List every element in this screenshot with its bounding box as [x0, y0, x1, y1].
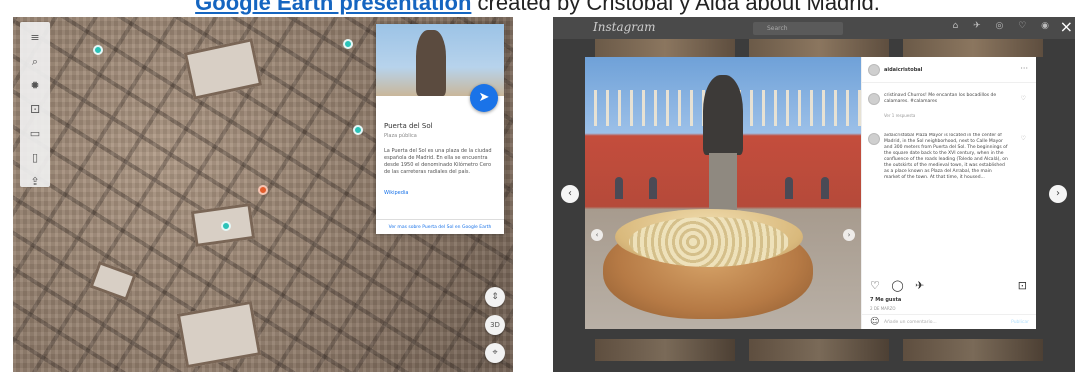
person-figure: [821, 177, 829, 199]
place-subtitle: Plaza pública: [384, 133, 417, 139]
wikipedia-link[interactable]: Wikipedia: [384, 190, 408, 196]
equestrian-statue: [703, 75, 743, 155]
post-sidebar: aidaicristobal ··· cristinavd Churros! M…: [861, 57, 1036, 329]
emoji-icon[interactable]: ☺: [870, 317, 879, 327]
directions-button[interactable]: ➤: [470, 84, 498, 112]
comment-input[interactable]: Añade un comentario...: [884, 320, 937, 325]
calamari-filling: [629, 217, 789, 267]
place-pin-icon[interactable]: [343, 39, 353, 49]
more-options-icon[interactable]: ···: [1020, 64, 1028, 73]
post-modal: ‹ › aidaicristobal ··· cristinavd Churro…: [585, 57, 1036, 329]
place-pin-icon[interactable]: [258, 185, 268, 195]
search-input[interactable]: Search: [753, 22, 843, 35]
instagram-header: Instagram Search ⌂ ✈ ◎ ♡ ◉: [553, 17, 1075, 39]
avatar[interactable]: [868, 93, 880, 105]
place-pin-icon[interactable]: [353, 125, 363, 135]
tilt-control-icon[interactable]: ⇕: [485, 287, 505, 307]
grid-thumbnail[interactable]: [903, 39, 1043, 57]
likes-count[interactable]: 7 Me gusta: [870, 297, 901, 303]
feeling-lucky-icon[interactable]: ⚀: [26, 102, 44, 118]
google-earth-view[interactable]: ≡ ⌕ ✹ ⚀ ▭ ▯ ⇪ ➤ Puerta del Sol Plaza púb…: [13, 17, 513, 372]
publish-button[interactable]: Publicar: [1011, 320, 1029, 325]
caption-text: created by Cristobal y Aida about Madrid…: [471, 0, 880, 15]
post-date: 2 DE MARZO: [870, 306, 896, 311]
more-info-link[interactable]: Ver mas sobre Puerta del Sol en Google E…: [376, 219, 504, 234]
post-photo[interactable]: ‹ ›: [585, 57, 861, 329]
person-figure: [615, 177, 623, 199]
place-title: Puerta del Sol: [384, 122, 433, 130]
person-figure: [785, 177, 793, 199]
instagram-view: Instagram Search ⌂ ✈ ◎ ♡ ◉ × ‹ › ‹ › aid…: [553, 17, 1075, 372]
comment-text: cristinavd Churros! Me encantan los boca…: [884, 93, 997, 104]
compass-icon[interactable]: ⌖: [485, 343, 505, 363]
menu-icon[interactable]: ≡: [26, 30, 44, 46]
grid-thumbnail[interactable]: [903, 339, 1043, 361]
place-pin-icon[interactable]: [93, 45, 103, 55]
search-icon[interactable]: ⌕: [26, 54, 44, 70]
share-icon[interactable]: ⇪: [26, 174, 44, 190]
header-nav-icons[interactable]: ⌂ ✈ ◎ ♡ ◉: [953, 21, 1055, 31]
place-info-card: ➤ Puerta del Sol Plaza pública La Puerta…: [376, 24, 504, 234]
post-header: aidaicristobal ···: [862, 57, 1036, 83]
post-actions[interactable]: ♡ ◯ ✈: [870, 279, 928, 292]
place-pin-icon[interactable]: [221, 221, 231, 231]
person-figure: [649, 177, 657, 199]
statue-image: [416, 30, 446, 96]
grid-thumbnail[interactable]: [595, 39, 735, 57]
caption-text: aidaicristobal Plaza Mayor is located in…: [884, 133, 1008, 180]
avatar[interactable]: [868, 133, 880, 145]
projects-icon[interactable]: ▭: [26, 126, 44, 142]
grid-thumbnail[interactable]: [595, 339, 735, 361]
comment-like-icon[interactable]: ♡: [1021, 95, 1026, 102]
photo-prev-icon[interactable]: ‹: [591, 229, 603, 241]
add-comment-bar: ☺ Añade un comentario... Publicar: [862, 314, 1036, 329]
measure-icon[interactable]: ▯: [26, 150, 44, 166]
grid-thumbnail[interactable]: [749, 339, 889, 361]
grid-thumbnail[interactable]: [749, 39, 889, 57]
next-post-button[interactable]: ›: [1049, 185, 1067, 203]
presentation-link[interactable]: Google Earth presentation: [195, 0, 471, 15]
instagram-logo[interactable]: Instagram: [593, 20, 656, 34]
earth-toolbar: ≡ ⌕ ✹ ⚀ ▭ ▯ ⇪: [20, 22, 50, 190]
avatar[interactable]: [868, 64, 880, 76]
post-username[interactable]: aidaicristobal: [884, 67, 922, 73]
page-caption: Google Earth presentation created by Cri…: [0, 0, 1075, 16]
bookmark-icon[interactable]: ⊡: [1018, 279, 1027, 292]
voyager-icon[interactable]: ✹: [26, 78, 44, 94]
statue-pedestal: [709, 153, 737, 213]
place-description: La Puerta del Sol es una plaza de la ciu…: [384, 148, 492, 175]
view-replies-link[interactable]: Ver 1 respuesta: [884, 113, 915, 118]
close-icon[interactable]: ×: [1060, 17, 1073, 36]
previous-post-button[interactable]: ‹: [561, 185, 579, 203]
comment-like-icon[interactable]: ♡: [1021, 135, 1026, 142]
photo-next-icon[interactable]: ›: [843, 229, 855, 241]
3d-toggle-button[interactable]: 3D: [485, 315, 505, 335]
